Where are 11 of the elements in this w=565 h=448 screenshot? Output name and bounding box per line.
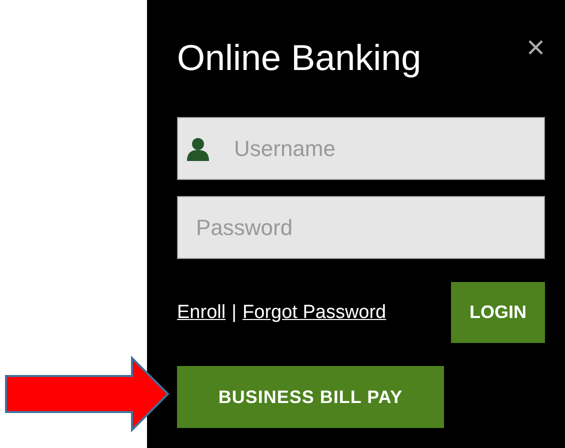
user-icon <box>187 137 209 161</box>
arrow-icon <box>4 356 170 432</box>
password-field[interactable]: Password <box>177 196 545 259</box>
forgot-password-link[interactable]: Forgot Password <box>242 302 386 324</box>
close-button[interactable]: × <box>526 34 545 60</box>
bill-pay-button[interactable]: BUSINESS BILL PAY <box>177 366 444 428</box>
link-separator: | <box>232 302 237 324</box>
login-button[interactable]: LOGIN <box>451 282 545 343</box>
panel-title: Online Banking <box>177 36 422 80</box>
username-field[interactable]: Username <box>177 117 545 180</box>
enroll-link[interactable]: Enroll <box>177 302 226 324</box>
